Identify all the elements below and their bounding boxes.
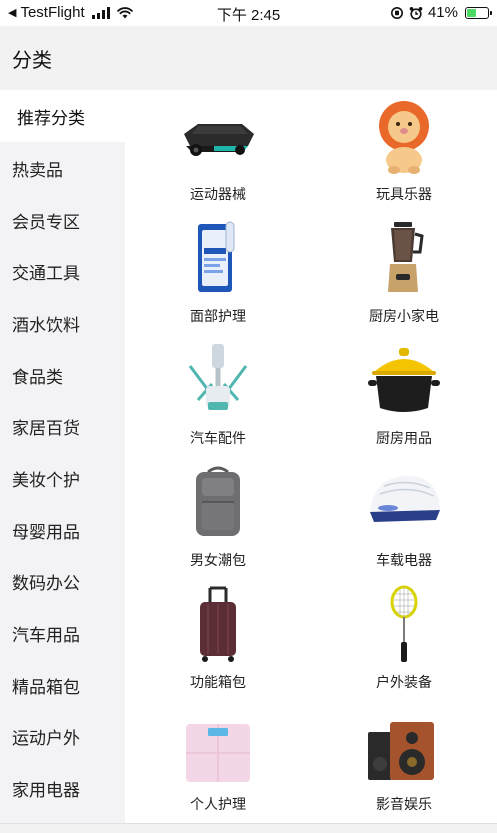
sidebar-item-label: 汽车用品 xyxy=(12,625,80,646)
badminton-racket-icon xyxy=(390,585,418,662)
status-bar: ◀ TestFlight 下午 2:45 41% xyxy=(0,0,497,26)
grid-item-personal-care[interactable]: 个人护理 xyxy=(125,700,311,822)
sidebar-item-appliances[interactable]: 家用电器 xyxy=(0,762,125,814)
grid-item-car-accessories[interactable]: 汽车配件 xyxy=(125,334,311,456)
sidebar-item-hot-sale[interactable]: 热卖品 xyxy=(0,142,125,194)
sidebar-item-label: 推荐分类 xyxy=(17,108,85,129)
grid-item-label: 厨房小家电 xyxy=(369,309,439,325)
sidebar-item-label: 交通工具 xyxy=(12,263,80,284)
sidebar-item-label: 母婴用品 xyxy=(12,522,80,543)
sidebar-item-recommended[interactable]: 推荐分类 xyxy=(0,90,125,142)
header-bar: 分类 xyxy=(0,26,497,90)
sidebar-item-label: 数码办公 xyxy=(12,573,80,594)
category-sidebar: 推荐分类 热卖品 会员专区 交通工具 酒水饮料 食品类 家居百货 美妆个护 母婴… xyxy=(0,90,125,823)
sidebar-item-label: 家用电器 xyxy=(12,780,80,801)
grid-item-kitchen-appliances[interactable]: 厨房小家电 xyxy=(311,212,497,334)
grid-item-label: 运动器械 xyxy=(190,187,246,203)
sidebar-item-drinks[interactable]: 酒水饮料 xyxy=(0,297,125,349)
alarm-icon xyxy=(409,6,423,20)
backpack-icon xyxy=(196,466,240,536)
grid-item-facial-care[interactable]: 面部护理 xyxy=(125,212,311,334)
sidebar-item-digital-office[interactable]: 数码办公 xyxy=(0,555,125,607)
sidebar-item-beauty[interactable]: 美妆个护 xyxy=(0,452,125,504)
grid-item-label: 面部护理 xyxy=(190,309,246,325)
grid-item-label: 汽车配件 xyxy=(190,431,246,447)
sidebar-item-home-goods[interactable]: 家居百货 xyxy=(0,400,125,452)
battery-icon xyxy=(465,6,492,19)
sidebar-item-sports-outdoor[interactable]: 运动户外 xyxy=(0,710,125,762)
grid-item-audio-video[interactable]: 影音娱乐 xyxy=(311,700,497,822)
face-mask-icon xyxy=(198,221,235,292)
battery-percent: 41% xyxy=(427,4,458,21)
bathroom-scale-icon xyxy=(186,724,250,782)
sidebar-item-bags[interactable]: 精品箱包 xyxy=(0,659,125,711)
casserole-pot-icon xyxy=(368,348,440,412)
suitcase-icon xyxy=(200,586,236,662)
subcategory-grid: 运动器械 玩具乐器 面部护理 厨房小家电 汽车配件 厨房用品 男女潮包 车载电器… xyxy=(125,90,497,823)
sidebar-item-label: 精品箱包 xyxy=(12,677,80,698)
sidebar-item-label: 热卖品 xyxy=(12,160,63,181)
grid-item-label: 个人护理 xyxy=(190,797,246,813)
blender-icon xyxy=(388,222,424,292)
sidebar-item-food[interactable]: 食品类 xyxy=(0,349,125,401)
grid-item-fashion-bags[interactable]: 男女潮包 xyxy=(125,456,311,578)
grid-item-car-electronics[interactable]: 车载电器 xyxy=(311,456,497,578)
grid-item-label: 户外装备 xyxy=(376,675,432,691)
orientation-lock-icon xyxy=(390,6,403,19)
bottom-tab-bar-edge xyxy=(0,823,497,833)
sidebar-item-label: 酒水饮料 xyxy=(12,315,80,336)
grid-item-functional-luggage[interactable]: 功能箱包 xyxy=(125,578,311,700)
grid-item-label: 玩具乐器 xyxy=(376,187,432,203)
sidebar-item-baby[interactable]: 母婴用品 xyxy=(0,504,125,556)
sidebar-item-car-supplies[interactable]: 汽车用品 xyxy=(0,607,125,659)
sidebar-item-transport[interactable]: 交通工具 xyxy=(0,245,125,297)
lion-toy-icon xyxy=(379,101,429,174)
car-purifier-icon xyxy=(370,476,440,522)
car-mount-icon xyxy=(188,344,248,410)
grid-item-label: 男女潮包 xyxy=(190,553,246,569)
grid-item-label: 厨房用品 xyxy=(376,431,432,447)
grid-item-toys-instruments[interactable]: 玩具乐器 xyxy=(311,90,497,212)
grid-item-label: 功能箱包 xyxy=(190,675,246,691)
grid-item-outdoor-gear[interactable]: 户外装备 xyxy=(311,578,497,700)
grid-item-kitchenware[interactable]: 厨房用品 xyxy=(311,334,497,456)
grid-item-fitness-equipment[interactable]: 运动器械 xyxy=(125,90,311,212)
balance-board-icon xyxy=(184,124,254,156)
sidebar-item-label: 运动户外 xyxy=(12,728,80,749)
sidebar-item-members[interactable]: 会员专区 xyxy=(0,194,125,246)
grid-item-label: 影音娱乐 xyxy=(376,797,432,813)
speaker-icon xyxy=(368,722,434,780)
sidebar-item-label: 家居百货 xyxy=(12,418,80,439)
grid-item-label: 车载电器 xyxy=(376,553,432,569)
sidebar-item-label: 美妆个护 xyxy=(12,470,80,491)
sidebar-item-label: 会员专区 xyxy=(12,212,80,233)
page-title: 分类 xyxy=(12,48,52,72)
sidebar-item-label: 食品类 xyxy=(12,367,63,388)
